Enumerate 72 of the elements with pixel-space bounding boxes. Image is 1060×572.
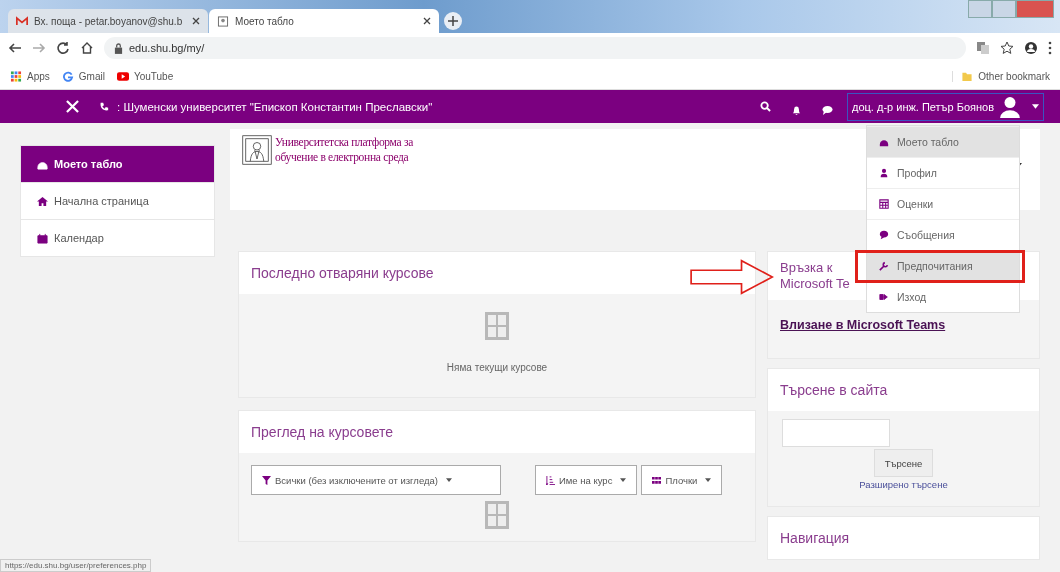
sidebar-item[interactable]: Календар (21, 219, 214, 256)
user-menu-toggle[interactable]: доц. д-р инж. Петър Боянов (847, 92, 1044, 121)
person-icon (879, 168, 889, 178)
dropdown-button[interactable]: Всички (без изключените от изгледа) (251, 465, 501, 495)
caret-icon (620, 478, 627, 482)
chat-bubble-icon[interactable] (822, 105, 834, 116)
lock-icon (114, 42, 123, 54)
search-field[interactable] (782, 419, 890, 447)
new-tab-button[interactable] (444, 12, 462, 30)
avatar-icon (999, 95, 1021, 118)
caret-icon (705, 478, 712, 482)
gauge-icon (879, 137, 889, 147)
block-title: Последно отваряни курсове (251, 265, 434, 281)
browser-tab[interactable]: Вх. поща - petar.boyanov@shu.b (8, 9, 208, 33)
sort-icon (546, 475, 555, 485)
more-icon[interactable] (1048, 41, 1052, 55)
mail-icon (16, 15, 28, 27)
chat-bubble-icon (879, 230, 889, 240)
advanced-search-link[interactable]: Разширено търсене (859, 479, 948, 490)
bookmark[interactable]: Apps (10, 70, 50, 82)
menu-item[interactable]: Моето табло (867, 126, 1019, 157)
bookmark[interactable]: Gmail (61, 70, 105, 82)
g-letter-icon (61, 70, 74, 82)
saint-portrait-logo (242, 135, 272, 165)
close-icon[interactable] (192, 17, 200, 25)
browser-tab[interactable]: Моето табло (209, 9, 439, 33)
house-icon (37, 195, 48, 207)
translate-icon[interactable] (976, 41, 990, 55)
funnel-icon (262, 475, 271, 485)
reload-icon[interactable] (56, 41, 70, 55)
folder-icon (961, 70, 974, 82)
menu-item[interactable]: Изход (867, 281, 1019, 312)
exit-icon (879, 292, 889, 302)
play-button-icon (116, 70, 129, 82)
teams-link[interactable]: Влизане в Microsoft Teams (780, 312, 1027, 346)
caret-icon (1032, 104, 1039, 109)
block-title: Връзка к Microsoft Te (780, 260, 851, 292)
bell-icon[interactable] (791, 105, 803, 116)
phone-icon (99, 101, 109, 112)
block-title: Преглед на курсовете (251, 424, 394, 440)
course-cards-icon (485, 312, 509, 340)
sidebar-item[interactable]: Моето табло (21, 146, 214, 182)
table-icon (879, 199, 889, 209)
menu-item[interactable]: Профил (867, 157, 1019, 188)
star-icon[interactable] (1000, 41, 1014, 55)
caret-icon (445, 478, 452, 482)
search-button[interactable]: Търсене (873, 449, 934, 477)
grid-icon (652, 475, 662, 485)
sidebar-item[interactable]: Начална страница (21, 182, 214, 219)
page-icon (217, 15, 229, 27)
university-name: : Шуменски университет "Епископ Константин Преславски" (117, 100, 433, 113)
calendar-icon (37, 232, 48, 244)
empty-message: Няма текущи курсове (446, 362, 548, 373)
home-icon[interactable] (80, 41, 94, 55)
close-icon[interactable] (423, 17, 431, 25)
profile-icon[interactable] (1024, 41, 1038, 55)
block-title: Навигация (780, 530, 850, 546)
bookmark[interactable]: Other bookmark (952, 70, 1050, 82)
menu-item[interactable]: Оценки (867, 188, 1019, 219)
bookmark[interactable]: YouTube (116, 70, 174, 82)
back-icon[interactable] (8, 41, 22, 55)
status-url: https://edu.shu.bg/user/preferences.php (0, 559, 152, 572)
address-bar[interactable]: edu.shu.bg/my/ (104, 37, 966, 59)
dropdown-button[interactable]: Име на курс (535, 465, 638, 495)
menu-item[interactable]: Съобщения (867, 219, 1019, 250)
block-title: Търсене в сайта (780, 382, 888, 398)
wrench-icon (879, 261, 889, 271)
dropdown-button[interactable]: Плочки (641, 465, 723, 495)
course-cards-icon (485, 501, 509, 529)
search-icon[interactable] (760, 101, 772, 112)
apps-grid-icon (10, 70, 22, 82)
platform-title: Университетска платформа за обучение в електронна среда (275, 135, 413, 165)
